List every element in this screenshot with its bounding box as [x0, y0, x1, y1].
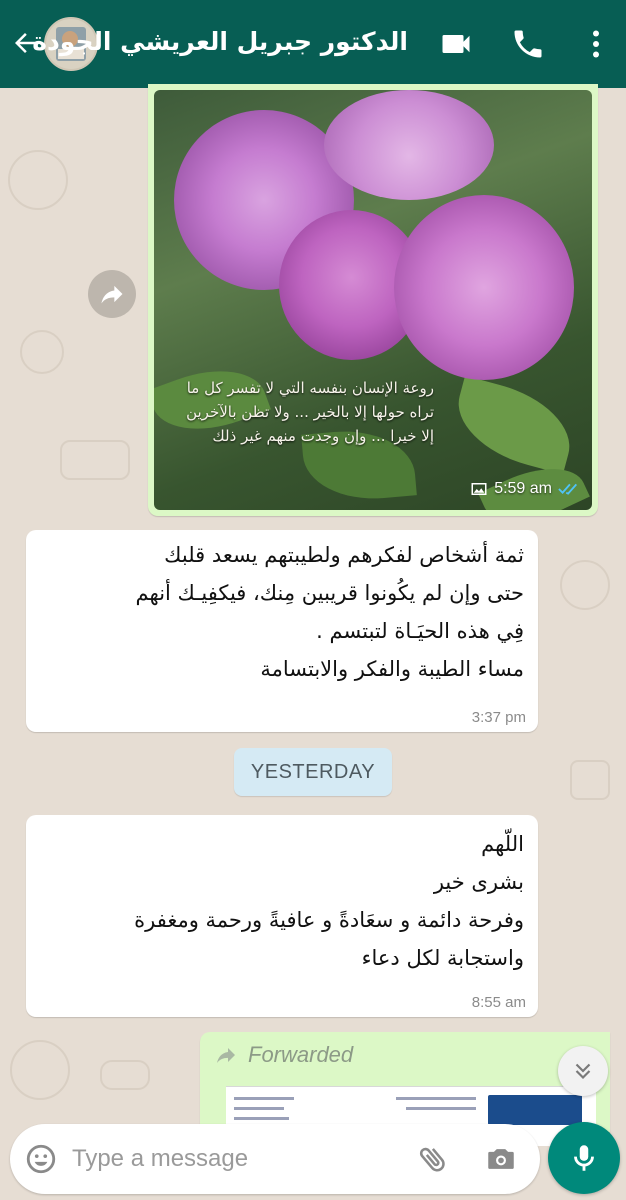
wallpaper-doodle — [570, 760, 610, 800]
forward-icon[interactable] — [88, 270, 136, 318]
video-call-icon[interactable] — [438, 26, 474, 62]
message-composer — [10, 1124, 540, 1194]
university-logo — [488, 1095, 582, 1125]
image-caption: روعة الإنسان بنفسه التي لا تفسر كل ما تر… — [186, 379, 434, 445]
incoming-message[interactable]: ثمة أشخاص لفكرهم ولطيبتهم يسعد قلبك حتى … — [26, 530, 538, 732]
image-timestamp: 5:59 am — [470, 478, 580, 500]
forwarded-text: Forwarded — [248, 1042, 354, 1067]
more-vertical-icon[interactable] — [578, 26, 614, 62]
forwarded-label: Forwarded — [214, 1040, 353, 1070]
wallpaper-doodle — [20, 330, 64, 374]
message-timestamp: 3:37 pm — [471, 709, 526, 726]
rose-image[interactable]: روعة الإنسان بنفسه التي لا تفسر كل ما تر… — [154, 90, 592, 510]
wallpaper-doodle — [100, 1060, 150, 1090]
mic-icon — [574, 1145, 594, 1171]
emoji-icon[interactable] — [24, 1142, 58, 1176]
image-message[interactable]: روعة الإنسان بنفسه التي لا تفسر كل ما تر… — [148, 84, 598, 516]
mic-button[interactable] — [548, 1122, 620, 1194]
wallpaper-doodle — [10, 1040, 70, 1100]
contact-name[interactable]: الدكتور جبريل العريشي الجودة — [32, 22, 408, 62]
forward-arrow-icon — [217, 1048, 235, 1063]
image-type-icon — [471, 483, 487, 495]
message-text: ثمة أشخاص لفكرهم ولطيبتهم يسعد قلبك حتى … — [135, 543, 524, 681]
forwarded-message[interactable]: Forwarded — [200, 1032, 610, 1146]
chat-header: الدكتور جبريل العريشي الجودة — [0, 0, 626, 88]
scroll-down-button[interactable] — [558, 1046, 608, 1096]
message-input[interactable] — [72, 1138, 412, 1180]
wallpaper-doodle — [60, 440, 130, 480]
chevron-down-icon — [575, 1063, 591, 1080]
message-text: اللّهم بشرى خير وفرحة دائمة و سعَادةً و … — [134, 832, 524, 970]
date-separator: YESTERDAY — [234, 748, 392, 796]
incoming-message[interactable]: اللّهم بشرى خير وفرحة دائمة و سعَادةً و … — [26, 815, 538, 1017]
wallpaper-doodle — [560, 560, 610, 610]
paperclip-icon[interactable] — [416, 1142, 450, 1176]
wallpaper-doodle — [8, 150, 68, 210]
phone-icon[interactable] — [510, 26, 546, 62]
camera-icon[interactable] — [484, 1142, 518, 1176]
message-timestamp: 8:55 am — [471, 994, 526, 1011]
image-time-text: 5:59 am — [494, 480, 552, 497]
double-check-icon — [558, 483, 578, 495]
